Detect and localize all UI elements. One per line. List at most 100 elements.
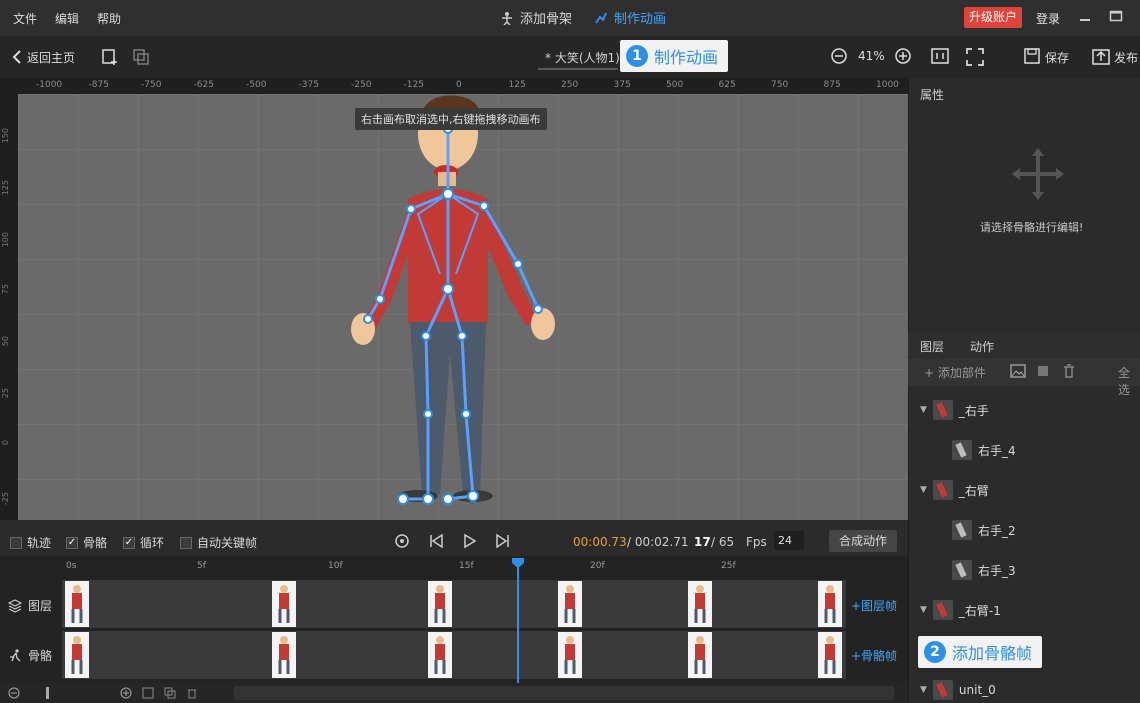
menu-edit[interactable]: 编辑	[55, 10, 79, 27]
zoom-in-icon[interactable]	[894, 47, 912, 65]
keyframe-thumbnail[interactable]	[65, 632, 89, 678]
actual-size-icon[interactable]	[931, 48, 949, 64]
skeleton-icon	[502, 11, 512, 25]
layer-list-item[interactable]: 右手_3	[952, 560, 1016, 580]
layer-list-item[interactable]: ▼ _右手	[920, 400, 989, 420]
fps-input[interactable]: 24	[774, 531, 804, 550]
zoom-out-icon[interactable]	[830, 47, 848, 65]
prev-frame-icon[interactable]	[428, 533, 444, 549]
keyframe-thumbnail[interactable]	[428, 632, 452, 678]
bones-track[interactable]	[62, 631, 846, 679]
auto-keyframe-checkbox[interactable]: 自动关键帧	[180, 534, 257, 551]
upgrade-button[interactable]: 升级账户	[964, 7, 1023, 28]
vruler-tick-label: 0	[1, 440, 10, 446]
document-title: * 大笑(人物1)	[545, 51, 620, 65]
save-button[interactable]: 保存	[1045, 49, 1069, 66]
play-icon[interactable]	[462, 533, 478, 549]
copy-icon[interactable]	[132, 48, 150, 66]
layers-tabs: 图层 动作	[908, 333, 1140, 357]
keyframe-thumbnail[interactable]	[428, 581, 452, 627]
tab-layers[interactable]: 图层	[920, 338, 944, 355]
loop-checkbox-box: ✓	[123, 536, 135, 549]
menu-help[interactable]: 帮助	[97, 10, 121, 27]
move-cross-icon	[1012, 148, 1064, 200]
tab-add-skeleton[interactable]: 添加骨架	[500, 8, 572, 27]
callout-two-number: 2	[924, 641, 946, 663]
layer-list-item[interactable]: ▼ _右臂	[920, 480, 989, 500]
bones-track-name: 骨骼	[28, 649, 53, 663]
delete-frame-icon[interactable]	[186, 687, 198, 699]
add-layer-frame-button[interactable]: +图层帧	[851, 597, 897, 614]
layer-thumbnail	[952, 560, 972, 580]
expand-arrow-icon[interactable]: ▼	[920, 685, 927, 695]
menu-file[interactable]: 文件	[13, 10, 37, 27]
login-link[interactable]: 登录	[1036, 10, 1060, 27]
keyframe-thumbnail[interactable]	[688, 581, 712, 627]
layer-list-item[interactable]: 右手_2	[952, 520, 1016, 540]
timeline	[0, 556, 908, 703]
zoom-in-timeline-icon[interactable]	[120, 687, 132, 699]
vruler-tick-label: 50	[1, 336, 10, 347]
new-document-icon[interactable]	[101, 48, 119, 66]
loop-checkbox[interactable]: ✓ 循环	[123, 534, 164, 551]
paste-frame-icon[interactable]	[164, 687, 176, 699]
layers-track[interactable]	[62, 580, 846, 628]
current-time: 00:00.73	[573, 535, 627, 549]
compose-action-button[interactable]: 合成动作	[829, 530, 897, 552]
keyframe-thumbnail[interactable]	[272, 632, 296, 678]
callout-add-bone-frame: 2 添加骨骼帧	[918, 636, 1043, 668]
layers-icon	[8, 598, 22, 613]
next-frame-icon[interactable]	[495, 533, 511, 549]
layer-list-item[interactable]: 右手_4	[952, 440, 1016, 460]
rewind-icon[interactable]	[394, 533, 410, 549]
add-part-button[interactable]: + 添加部件	[924, 364, 986, 381]
copy-frame-icon[interactable]	[142, 687, 154, 699]
layer-list-item[interactable]: ▼ _右臂-1	[920, 600, 1001, 620]
character-figure[interactable]	[18, 94, 908, 520]
track-checkbox[interactable]: 轨迹	[10, 534, 51, 551]
keyframe-thumbnail[interactable]	[558, 632, 582, 678]
save-icon[interactable]	[1024, 48, 1040, 64]
tab-actions[interactable]: 动作	[970, 338, 994, 355]
animation-canvas[interactable]	[18, 94, 908, 520]
ruler-tick-label: -875	[88, 80, 109, 90]
publish-icon[interactable]	[1092, 47, 1110, 65]
ruler-tick-label: 1000	[876, 80, 899, 90]
keyframe-thumbnail[interactable]	[65, 581, 89, 627]
zoom-out-timeline-icon[interactable]	[8, 687, 20, 699]
keyframe-thumbnail[interactable]	[558, 581, 582, 627]
keyframe-thumbnail[interactable]	[688, 632, 712, 678]
chevron-left-icon[interactable]	[12, 50, 22, 64]
ruler-tick-label: 625	[718, 80, 736, 90]
keyframe-thumbnail[interactable]	[818, 632, 842, 678]
vruler-tick-label: 150	[1, 128, 10, 144]
timeline-zoom-slider[interactable]	[46, 687, 49, 699]
layer-list-item[interactable]: ▼ unit_0	[920, 680, 996, 700]
expand-arrow-icon[interactable]: ▼	[920, 605, 927, 615]
duplicate-icon[interactable]	[1036, 364, 1050, 378]
layer-toolbar: + 添加部件 全选	[908, 358, 1140, 397]
maximize-icon[interactable]	[1108, 8, 1124, 24]
publish-button[interactable]: 发布	[1114, 49, 1138, 66]
playhead[interactable]	[517, 560, 519, 691]
trash-icon[interactable]	[1062, 364, 1076, 378]
expand-arrow-icon[interactable]: ▼	[920, 405, 927, 415]
image-icon[interactable]	[1010, 364, 1026, 378]
timeline-scrollbar[interactable]	[234, 686, 894, 700]
expand-arrow-icon[interactable]: ▼	[920, 485, 927, 495]
bone-checkbox[interactable]: ✓ 骨骼	[66, 534, 107, 551]
fullscreen-icon[interactable]	[966, 48, 984, 66]
select-all-button[interactable]: 全选	[1118, 364, 1140, 398]
callout-one-number: 1	[626, 45, 648, 67]
add-bone-frame-button[interactable]: +骨骼帧	[851, 647, 897, 664]
minimize-icon[interactable]	[1077, 8, 1093, 24]
keyframe-thumbnail[interactable]	[818, 581, 842, 627]
layer-thumbnail	[932, 400, 953, 420]
keyframe-thumbnail[interactable]	[272, 581, 296, 627]
ruler-tick-label: -375	[298, 80, 319, 90]
ruler-tick-label: -500	[246, 80, 267, 90]
vruler-tick-label: 100	[1, 232, 10, 248]
tab-make-animation[interactable]: 制作动画	[594, 8, 666, 27]
track-label: 轨迹	[27, 536, 52, 550]
back-home-link[interactable]: 返回主页	[27, 49, 75, 66]
